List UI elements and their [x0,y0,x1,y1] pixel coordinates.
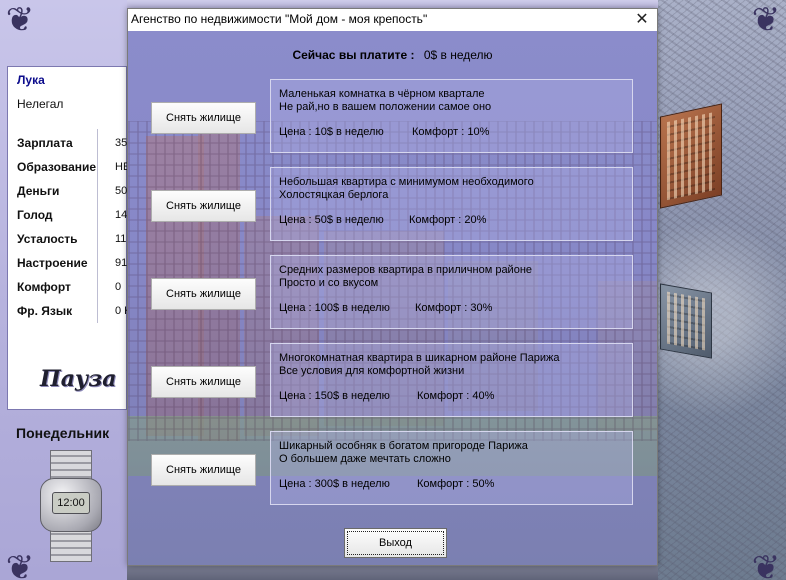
dialog-titlebar[interactable]: Агенство по недвижимости "Мой дом - моя … [128,9,657,31]
bottom-strip-background [127,566,658,580]
listing-comfort: Комфорт : 20% [409,214,487,226]
character-status: Нелегал [17,97,64,111]
listing-title: Многокомнатная квартира в шикарном район… [279,352,560,364]
stat-label-hunger: Голод [17,208,53,222]
rent-button[interactable]: Снять жилище [151,366,256,398]
building-sprite [660,103,722,209]
real-estate-dialog: Агенство по недвижимости "Мой дом - моя … [127,8,658,566]
pause-button[interactable]: Пауза [40,366,117,392]
listing-box: Небольшая квартира с минимумом необходим… [270,167,633,241]
listing-description: Не рай,но в вашем положении самое оно [279,101,492,113]
rent-button[interactable]: Снять жилище [151,454,256,486]
listing-description: Холостяцкая берлога [279,189,389,201]
listing-description: О большем даже мечтать сложно [279,453,451,465]
listing-title: Маленькая комнатка в чёрном квартале [279,88,485,100]
stat-label-salary: Зарплата [17,136,73,150]
stat-label-fatigue: Усталость [17,232,78,246]
listing-title: Средних размеров квартира в приличном ра… [279,264,533,276]
clock-time: 12:00 [52,492,90,514]
listing-price: Цена : 150$ в неделю [279,390,390,402]
rent-button[interactable]: Снять жилище [151,102,256,134]
listing-description: Просто и со вкусом [279,277,379,289]
listing-price: Цена : 100$ в неделю [279,302,390,314]
current-payment-label: Сейчас вы платите : [292,48,415,62]
listing-row: Снять жилище Маленькая комнатка в чёрном… [128,79,657,153]
weekday-label: Понедельник [16,425,110,441]
close-button[interactable]: ✕ [627,9,657,31]
listing-row: Снять жилище Многокомнатная квартира в ш… [128,343,657,417]
listing-box: Многокомнатная квартира в шикарном район… [270,343,633,417]
stat-label-mood: Настроение [17,256,88,270]
rent-button[interactable]: Снять жилище [151,278,256,310]
current-payment-value: 0$ в неделю [423,48,493,62]
stat-label-money: Деньги [17,184,60,198]
scroll-ornament-icon: ❦ [751,0,781,40]
stat-label-education: Образование [17,160,97,174]
listing-row: Снять жилище Шикарный особняк в богатом … [128,431,657,505]
dialog-content: Сейчас вы платите : 0$ в неделю Снять жи… [128,31,657,565]
current-payment: Сейчас вы платите : 0$ в неделю [128,48,657,62]
listing-comfort: Комфорт : 50% [417,478,495,490]
listing-row: Снять жилище Средних размеров квартира в… [128,255,657,329]
building-sprite [660,283,712,359]
exit-button[interactable]: Выход [344,528,447,558]
scroll-ornament-icon: ❦ [5,0,35,40]
listing-title: Небольшая квартира с минимумом необходим… [279,176,534,188]
wristwatch-icon: 12:00 [38,450,104,562]
listing-price: Цена : 50$ в неделю [279,214,384,226]
top-strip-background [127,0,658,8]
listing-box: Маленькая комнатка в чёрном квартале Не … [270,79,633,153]
scroll-ornament-icon: ❦ [5,548,35,580]
listing-row: Снять жилище Небольшая квартира с миниму… [128,167,657,241]
stats-divider [97,129,98,323]
listing-comfort: Комфорт : 30% [415,302,493,314]
listing-title: Шикарный особняк в богатом пригороде Пар… [279,440,528,452]
character-stats-panel: Лука Нелегал Зарплата 35 Образование НЕ … [7,66,129,410]
listing-comfort: Комфорт : 10% [412,126,490,138]
listing-box: Шикарный особняк в богатом пригороде Пар… [270,431,633,505]
listing-description: Все условия для комфортной жизни [279,365,465,377]
rent-button[interactable]: Снять жилище [151,190,256,222]
dialog-title: Агенство по недвижимости "Мой дом - моя … [131,12,428,26]
stat-label-comfort: Комфорт [17,280,71,294]
listing-box: Средних размеров квартира в приличном ра… [270,255,633,329]
watch-band-bottom [50,528,92,562]
stat-label-french: Фр. Язык [17,304,73,318]
listing-comfort: Комфорт : 40% [417,390,495,402]
listing-price: Цена : 300$ в неделю [279,478,390,490]
character-name: Лука [17,73,45,87]
listing-price: Цена : 10$ в неделю [279,126,384,138]
scroll-ornament-icon: ❦ [751,548,781,580]
